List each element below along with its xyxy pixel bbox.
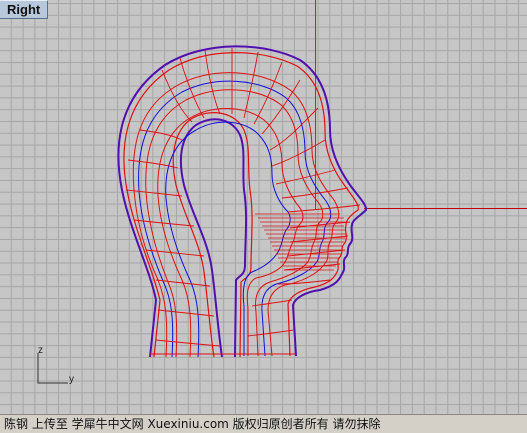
axis-triad-y-label: y: [69, 374, 74, 385]
head-outer-outline: [117, 45, 368, 358]
right-viewport[interactable]: Right z y: [0, 0, 527, 414]
axis-triad-z-label: z: [38, 345, 43, 356]
neck-hatching: [255, 213, 347, 271]
head-inner-outline-red: [172, 112, 253, 358]
watermark-footer: 陈钢 上传至 学犀牛中文网 Xuexiniu.com 版权归原创者所有 请勿抹除: [0, 414, 527, 433]
